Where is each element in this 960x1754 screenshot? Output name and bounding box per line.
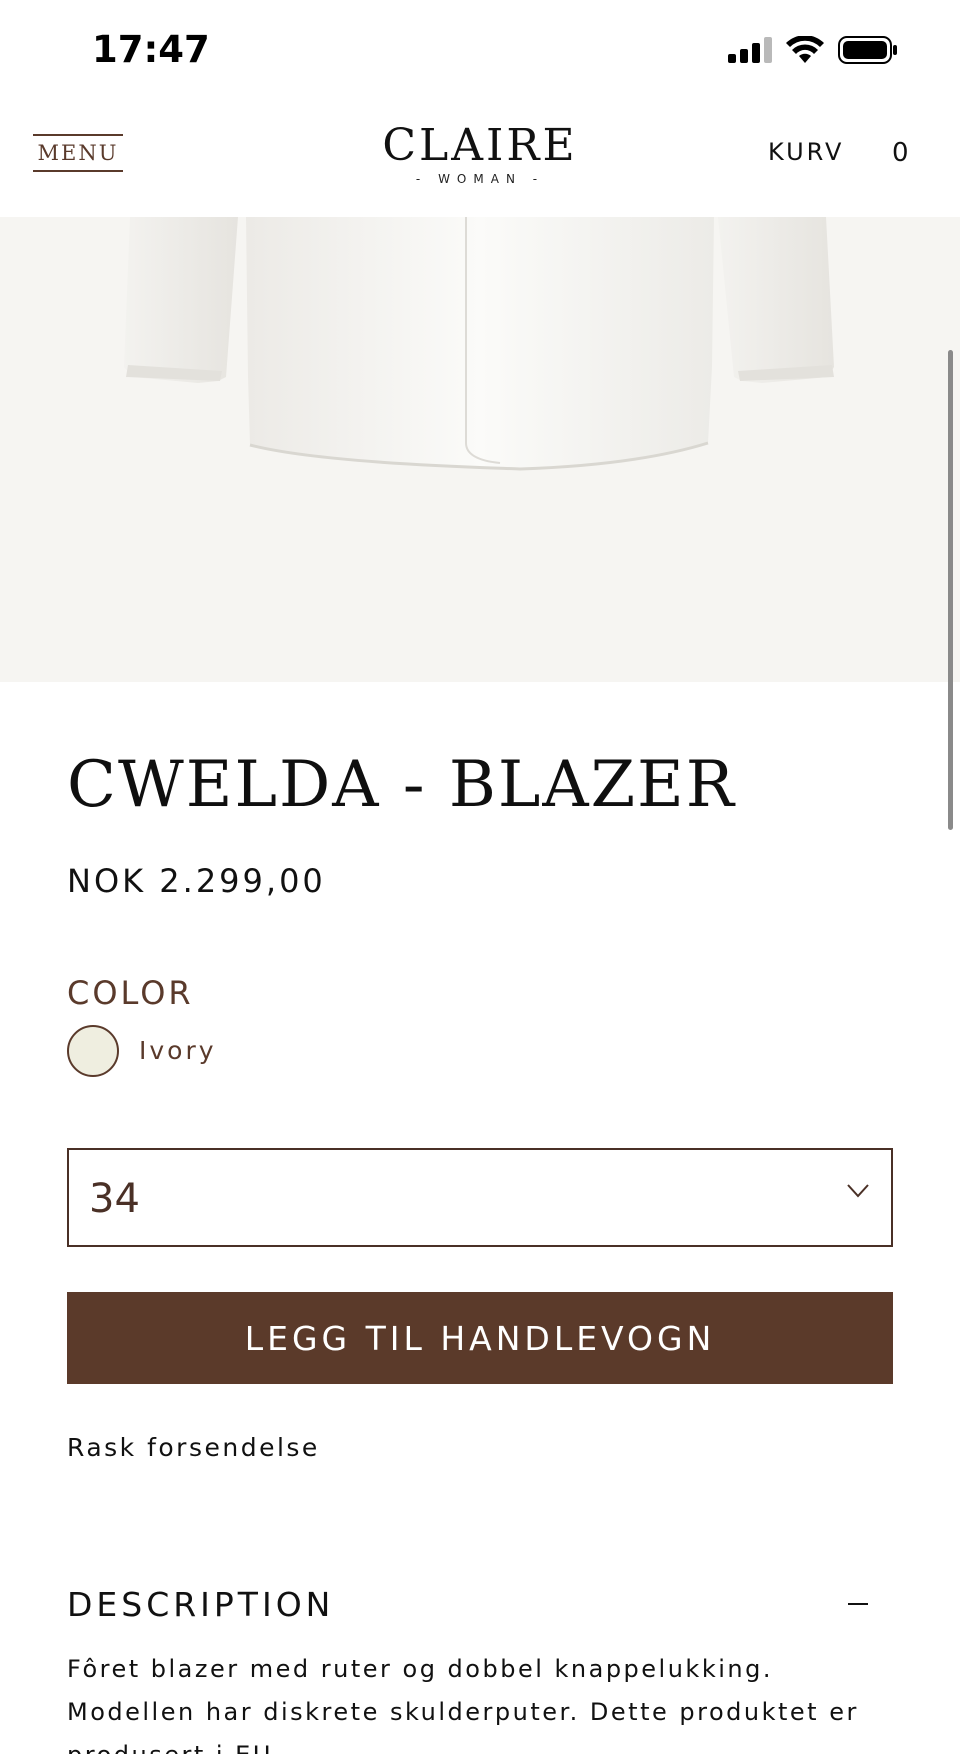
description-heading[interactable]: DESCRIPTION (67, 1585, 334, 1624)
size-select[interactable]: 34 (67, 1148, 893, 1247)
chevron-down-icon (847, 1184, 869, 1198)
product-image[interactable] (0, 217, 960, 682)
description-text: Fôret blazer med ruter og dobbel knappel… (67, 1655, 859, 1754)
product-page: 17:47 MENU CLAIRE - WOMAN - KURV 0 CWELD… (0, 0, 960, 1754)
logo-subtitle: - WOMAN - (415, 172, 545, 186)
blazer-photo (124, 217, 834, 471)
collapse-minus-icon[interactable] (848, 1603, 868, 1605)
logo-wordmark: CLAIRE (382, 120, 578, 171)
cellular-signal-icon (728, 37, 772, 63)
status-time: 17:47 (92, 28, 210, 71)
menu-button[interactable]: MENU (33, 134, 123, 172)
scrollbar[interactable] (948, 350, 953, 830)
add-to-cart-button[interactable]: LEGG TIL HANDLEVOGN (67, 1292, 893, 1384)
status-icons (728, 36, 898, 64)
cart-count[interactable]: 0 (892, 138, 909, 168)
cart-link[interactable]: KURV (768, 138, 844, 166)
size-selected-value: 34 (89, 1176, 140, 1222)
wifi-icon (786, 36, 824, 63)
color-swatch-ivory[interactable] (67, 1025, 119, 1077)
product-price: NOK 2.299,00 (67, 862, 326, 900)
product-title: CWELDA - BLAZER (67, 748, 736, 822)
color-heading: COLOR (67, 974, 194, 1012)
battery-icon (838, 36, 897, 64)
site-header: MENU CLAIRE - WOMAN - KURV 0 (0, 100, 960, 217)
status-bar: 17:47 (0, 0, 960, 100)
brand-logo[interactable]: CLAIRE - WOMAN - (330, 120, 630, 187)
color-name: Ivory (139, 1036, 217, 1065)
shipping-note: Rask forsendelse (67, 1433, 320, 1462)
